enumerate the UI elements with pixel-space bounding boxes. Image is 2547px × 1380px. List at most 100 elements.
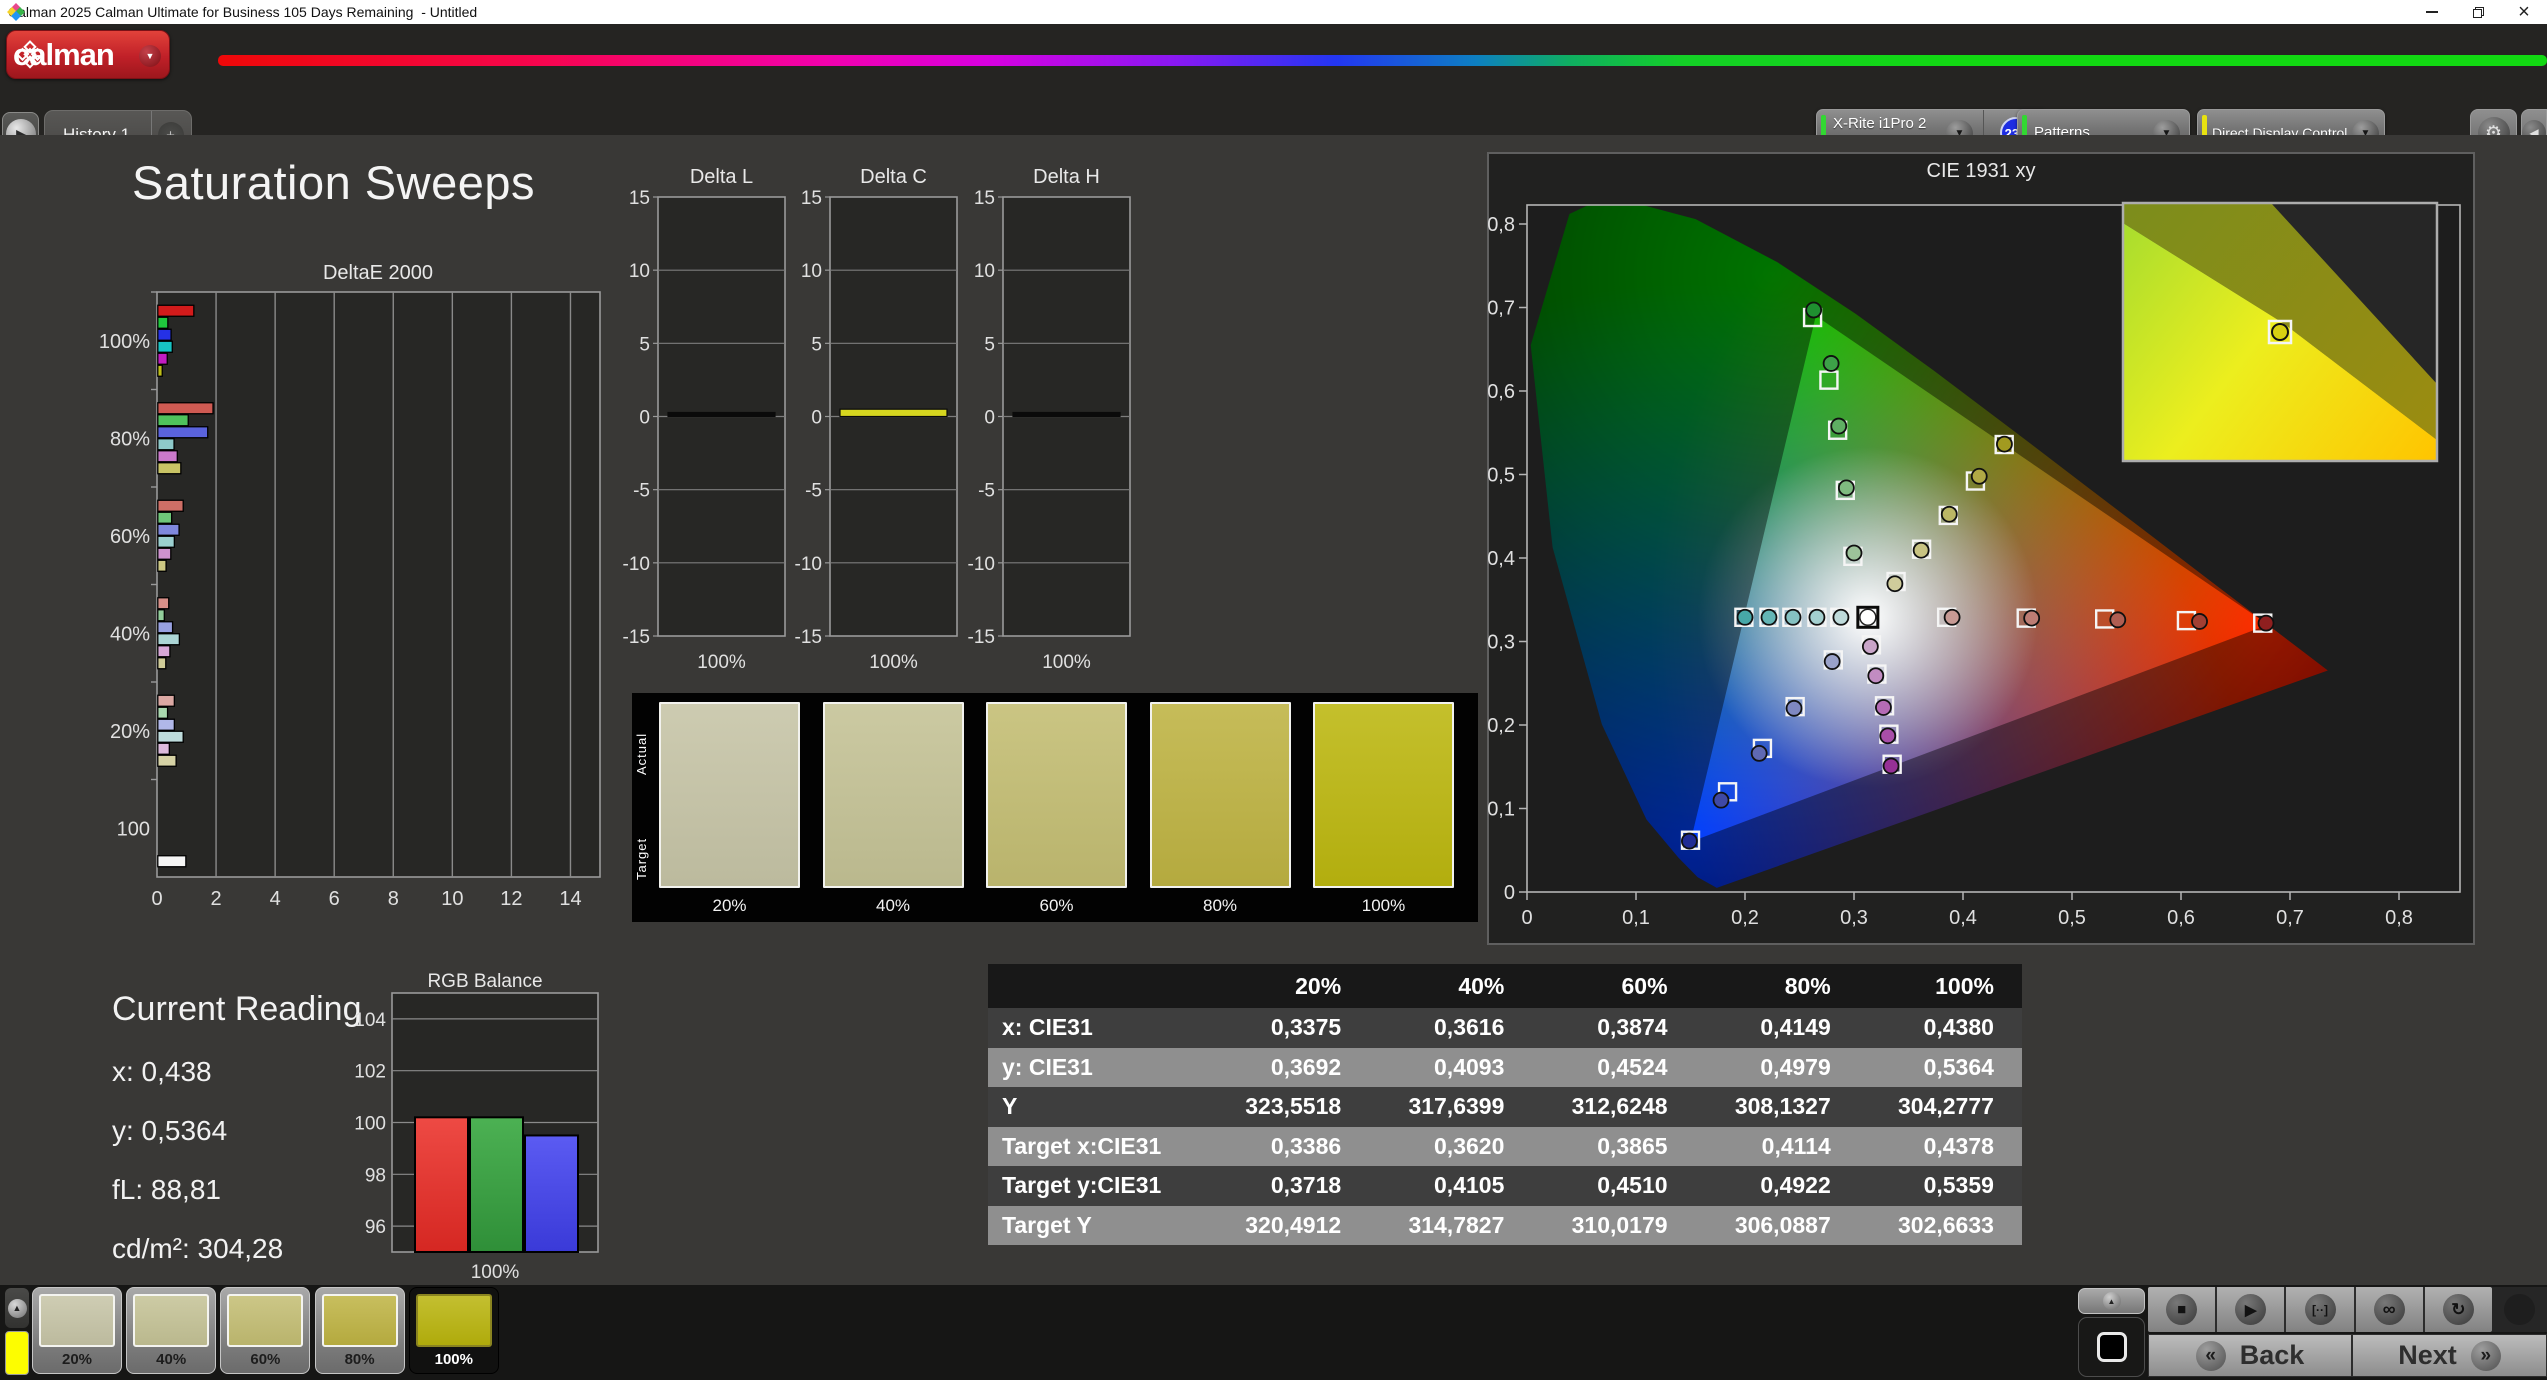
pattern-swatch — [227, 1294, 304, 1347]
pattern-window-up-button[interactable]: ▲ — [2078, 1288, 2145, 1314]
svg-text:-15: -15 — [623, 627, 650, 648]
table-cell: 0,4510 — [1597, 1172, 1668, 1199]
continuous-measure-button[interactable]: ∞ — [2355, 1287, 2425, 1332]
rgb-balance-chart: 104 102 100 98 96 100% — [354, 992, 599, 1283]
pattern-button-60%[interactable]: 60% — [220, 1287, 311, 1374]
swatch-level-label: 80% — [1202, 896, 1238, 915]
play-icon: ▶ — [2235, 1294, 2267, 1325]
results-table: 20% 40% 60% 80% 100% x: CIE31 0,3375 0,3616 0,38… — [988, 964, 2022, 1245]
table-row-label: Target x:CIE31 — [1002, 1132, 1162, 1159]
table-cell: 0,3874 — [1597, 1014, 1668, 1041]
table-column-header: 80% — [1784, 972, 1831, 999]
svg-text:0,8: 0,8 — [2385, 907, 2413, 929]
svg-text:-15: -15 — [795, 627, 822, 648]
stop-button[interactable]: ■ — [2148, 1287, 2218, 1332]
pattern-window-toggle-button[interactable] — [2078, 1317, 2145, 1377]
table-cell: 0,4093 — [1434, 1053, 1505, 1080]
pattern-window-icon — [2096, 1332, 2127, 1362]
svg-text:100: 100 — [117, 818, 150, 840]
arrow-up-icon: ▲ — [7, 1298, 27, 1318]
svg-text:0: 0 — [984, 408, 995, 429]
svg-text:-10: -10 — [795, 554, 822, 575]
table-row-label: Y — [1002, 1093, 1018, 1120]
delta-l-title: Delta L — [689, 166, 754, 188]
pattern-button-40%[interactable]: 40% — [126, 1287, 217, 1374]
refresh-button[interactable]: ↻ — [2424, 1287, 2492, 1332]
svg-text:-5: -5 — [633, 481, 650, 502]
svg-text:0,6: 0,6 — [1487, 381, 1515, 403]
svg-text:0,6: 0,6 — [2167, 907, 2195, 929]
cie-1931-chart[interactable]: 0 0,1 0,2 0,3 0,4 0,5 0,6 0,7 0,8 0 0,1 0,2 0,3 0,4 0,… — [1487, 152, 2475, 945]
pattern-list-scroll-up-button[interactable]: ▲ — [5, 1288, 29, 1328]
pattern-button-20%[interactable]: 20% — [32, 1287, 122, 1374]
page-title: Saturation Sweeps — [132, 156, 536, 209]
pattern-swatch — [415, 1294, 492, 1347]
svg-text:100%: 100% — [697, 652, 746, 673]
actual-row-label: Actual — [634, 732, 649, 775]
table-cell: 308,1327 — [1734, 1093, 1831, 1120]
svg-text:10: 10 — [629, 261, 650, 282]
svg-text:5: 5 — [639, 334, 650, 355]
series-measure-button[interactable]: [··] — [2286, 1287, 2356, 1332]
table-cell: 0,3375 — [1270, 1014, 1342, 1041]
reading-value: x: 0,438 — [112, 1056, 212, 1087]
svg-text:0,5: 0,5 — [2058, 907, 2086, 929]
delta-c-title: Delta C — [860, 166, 927, 188]
back-label: Back — [2239, 1340, 2305, 1370]
table-row-label: y: CIE31 — [1002, 1053, 1093, 1080]
play-measure-button[interactable]: ▶ — [2217, 1287, 2287, 1332]
table-cell: 323,5518 — [1245, 1093, 1342, 1120]
saturation-swatch-60% — [986, 702, 1127, 888]
table-cell: 0,3620 — [1434, 1132, 1505, 1159]
svg-text:0: 0 — [1521, 907, 1532, 929]
table-row: x: CIE31 0,3375 0,3616 0,3874 0,4149 0,4380 — [988, 1008, 2022, 1048]
svg-text:15: 15 — [801, 188, 822, 209]
pattern-swatch — [39, 1294, 115, 1347]
saturation-swatch-100% — [1313, 702, 1454, 888]
close-button[interactable]: × — [2501, 0, 2547, 24]
table-cell: 0,3865 — [1597, 1132, 1668, 1159]
next-button[interactable]: Next » — [2352, 1334, 2547, 1377]
meter-name: X-Rite i1Pro 2 — [1833, 115, 1927, 132]
saturation-swatch-80% — [1149, 702, 1291, 888]
table-corner-cell — [988, 964, 1206, 1008]
svg-text:102: 102 — [354, 1062, 386, 1083]
delta-h-title: Delta H — [1033, 166, 1100, 188]
minimize-button[interactable] — [2409, 0, 2455, 24]
table-cell: 310,0179 — [1571, 1211, 1668, 1238]
back-button[interactable]: « Back — [2148, 1334, 2352, 1377]
calman-logo-icon — [15, 39, 45, 69]
table-row: Target Y 320,4912 314,7827 310,0179 306,0887… — [988, 1205, 2022, 1245]
table-column-header: 60% — [1621, 972, 1668, 999]
table-column-header: 40% — [1458, 972, 1505, 999]
svg-text:10: 10 — [441, 888, 463, 910]
svg-text:8: 8 — [388, 888, 399, 910]
restore-button[interactable] — [2455, 0, 2501, 24]
svg-text:0,3: 0,3 — [1487, 632, 1515, 654]
svg-text:100%: 100% — [471, 1262, 520, 1283]
svg-text:15: 15 — [629, 188, 650, 209]
deltae-2000-chart: 0 2 4 6 8 10 12 14 100% 80% 60% 40% 20% 100 — [99, 291, 601, 910]
table-column-header: 20% — [1295, 972, 1342, 999]
calman-menu-button[interactable]: calman ▼ — [6, 30, 170, 79]
svg-text:0: 0 — [811, 408, 822, 429]
svg-text:-10: -10 — [968, 554, 995, 575]
bottom-bar: ▲ 20% 40% 60% 80% 100% ▲ ■ ▶ [··] ∞ ↻ « Back — [0, 1285, 2547, 1380]
pattern-window-controls: ▲ — [2078, 1288, 2145, 1377]
pattern-button-80%[interactable]: 80% — [314, 1287, 405, 1374]
svg-text:100: 100 — [354, 1114, 386, 1135]
swatch-level-label: 100% — [1361, 896, 1406, 915]
window-title: Calman 2025 Calman Ultimate for Business… — [8, 4, 478, 20]
svg-text:0,7: 0,7 — [2276, 907, 2304, 929]
svg-text:14: 14 — [559, 888, 581, 910]
current-pattern-swatch — [5, 1331, 29, 1375]
pattern-label: 100% — [434, 1351, 473, 1368]
delta-h-chart: 15 10 5 0 -5 -10 -15 100% — [968, 188, 1131, 673]
pattern-button-100%[interactable]: 100% — [408, 1287, 499, 1374]
svg-text:0,7: 0,7 — [1487, 298, 1515, 320]
actual-target-swatch-panel: Actual Target 20% 40% 60% 80% 100% — [632, 693, 1478, 922]
table-cell: 0,4922 — [1760, 1172, 1831, 1199]
table-cell: 0,4114 — [1761, 1132, 1831, 1159]
calman-menu-arrow-icon: ▼ — [139, 45, 161, 67]
svg-text:-5: -5 — [805, 481, 822, 502]
